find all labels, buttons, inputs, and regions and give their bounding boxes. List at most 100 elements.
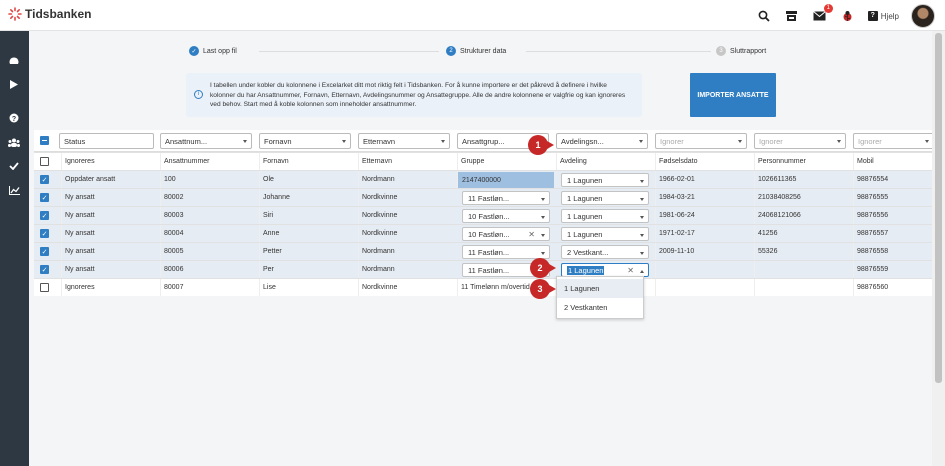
row-checkbox[interactable] — [40, 283, 49, 292]
column-select-ignore-2[interactable]: Ignorer — [754, 133, 846, 149]
avdeling-dropdown[interactable]: 1 Lagunen — [561, 173, 649, 187]
chevron-down-icon — [640, 180, 644, 183]
cell-header: Ansattnummer — [160, 153, 259, 170]
avdeling-dropdown-open[interactable]: 1 Lagunen ✕ — [561, 263, 649, 277]
row-checkbox-cell: ✓ — [34, 207, 61, 224]
column-selector-row: Status Ansattnum... Fornavn Etternavn An… — [34, 130, 933, 152]
table-row: ✓ Ny ansatt 80002 Johanne Nordkvinne 11 … — [34, 188, 932, 206]
gruppe-dropdown[interactable]: 10 Fastløn... ✕ — [462, 227, 550, 241]
row-checkbox[interactable]: ✓ — [40, 211, 49, 220]
avatar[interactable] — [911, 4, 935, 28]
gruppe-dropdown[interactable]: 10 Fastløn... — [462, 209, 550, 223]
column-select-label: Etternavn — [363, 136, 396, 146]
sidebar-help-icon[interactable]: ? — [7, 111, 21, 125]
column-select-label: Fornavn — [264, 136, 292, 146]
column-select-fornavn[interactable]: Fornavn — [259, 133, 351, 149]
mail-badge: 1 — [823, 4, 833, 13]
cell-fodselsdato — [655, 279, 754, 296]
avdeling-dropdown-menu: 1 Lagunen 2 Vestkanten — [556, 276, 644, 319]
cell-mobil: 98876559 — [853, 261, 932, 278]
cell-header: Etternavn — [358, 153, 457, 170]
sidebar-check-icon[interactable] — [7, 159, 21, 173]
import-table: Status Ansattnum... Fornavn Etternavn An… — [29, 130, 933, 330]
column-select-label: Ansattnum... — [165, 136, 208, 146]
dropdown-value: 10 Fastløn... — [468, 229, 510, 239]
cell-fodselsdato: 1966-02-01 — [655, 171, 754, 188]
column-select-ansattnummer[interactable]: Ansattnum... — [160, 133, 252, 149]
column-select-ignore-1[interactable]: Ignorer — [655, 133, 747, 149]
gruppe-dropdown[interactable]: 11 Fastløn... — [462, 245, 550, 259]
logo[interactable]: Tidsbanken — [8, 7, 91, 21]
step-number: 2 — [446, 46, 456, 56]
cell-etternavn: Nordmann — [358, 243, 457, 260]
gruppe-dropdown[interactable]: 11 Fastløn... — [462, 191, 550, 205]
scrollbar[interactable] — [932, 31, 945, 466]
cell-ansattnummer: 80007 — [160, 279, 259, 296]
chevron-down-icon — [541, 252, 545, 255]
store-icon[interactable] — [784, 8, 800, 24]
sidebar-dashboard-icon[interactable] — [7, 53, 21, 67]
row-checkbox[interactable]: ✓ — [40, 265, 49, 274]
dropdown-value: 1 Lagunen — [567, 193, 603, 203]
import-employees-button[interactable]: IMPORTER ANSATTE — [690, 73, 776, 117]
search-icon[interactable] — [756, 8, 772, 24]
cell-personnummer: 24068121066 — [754, 207, 853, 224]
row-checkbox[interactable]: ✓ — [40, 229, 49, 238]
step-structure: 2 Strukturer data — [446, 46, 506, 56]
column-select-avdelingsnummer[interactable]: Avdelingsn... — [556, 133, 648, 149]
sidebar-chart-icon[interactable] — [7, 183, 21, 197]
annotation-marker-3: 3 — [530, 279, 556, 299]
mail-icon[interactable]: 1 — [812, 4, 833, 24]
cell-ansattnummer: 80004 — [160, 225, 259, 242]
cell-fornavn: Johanne — [259, 189, 358, 206]
chevron-down-icon — [243, 140, 247, 143]
excel-header-row: Ignoreres Ansattnummer Fornavn Etternavn… — [34, 152, 932, 170]
row-checkbox-cell — [34, 153, 61, 170]
dropdown-option[interactable]: 2 Vestkanten — [557, 298, 643, 317]
select-all-checkbox[interactable] — [40, 136, 49, 145]
avdeling-dropdown[interactable]: 1 Lagunen — [561, 227, 649, 241]
dropdown-option[interactable]: 1 Lagunen — [557, 279, 643, 298]
sidebar-users-icon[interactable] — [7, 135, 21, 149]
column-select-ignore-3[interactable]: Ignorer — [853, 133, 933, 149]
dropdown-value-selected: 1 Lagunen — [567, 265, 605, 275]
cell-status: Ny ansatt — [61, 261, 160, 278]
row-checkbox[interactable]: ✓ — [40, 175, 49, 184]
cell-etternavn: Nordkvinne — [358, 189, 457, 206]
cell-etternavn: Nordmann — [358, 261, 457, 278]
column-select-etternavn[interactable]: Etternavn — [358, 133, 450, 149]
dropdown-value: 10 Fastløn... — [468, 211, 510, 221]
step-number: 3 — [716, 46, 726, 56]
cell-fodselsdato: 1984-03-21 — [655, 189, 754, 206]
column-select-status[interactable]: Status — [59, 133, 154, 149]
cell-etternavn: Nordkvinne — [358, 279, 457, 296]
row-checkbox[interactable] — [40, 157, 49, 166]
avdeling-dropdown[interactable]: 2 Vestkant... — [561, 245, 649, 259]
cell-mobil: 98876555 — [853, 189, 932, 206]
cell-status: Ny ansatt — [61, 225, 160, 242]
clear-icon[interactable]: ✕ — [627, 266, 634, 275]
main-content: ✓ Last opp fil 2 Strukturer data 3 Slutt… — [29, 31, 933, 466]
cell-ansattnummer: 80002 — [160, 189, 259, 206]
cell-mobil: 98876554 — [853, 171, 932, 188]
info-icon: i — [194, 90, 203, 99]
avdeling-dropdown[interactable]: 1 Lagunen — [561, 209, 649, 223]
avdeling-dropdown[interactable]: 1 Lagunen — [561, 191, 649, 205]
svg-text:?: ? — [12, 116, 16, 123]
group-value-highlight[interactable]: 2147400000 — [458, 172, 554, 188]
row-checkbox[interactable]: ✓ — [40, 193, 49, 202]
stepper-line — [259, 51, 439, 52]
row-checkbox[interactable]: ✓ — [40, 247, 49, 256]
row-checkbox-cell: ✓ — [34, 225, 61, 242]
bug-icon[interactable] — [840, 8, 856, 24]
chevron-down-icon — [925, 140, 929, 143]
scrollbar-thumb[interactable] — [935, 33, 942, 383]
cell-fodselsdato — [655, 261, 754, 278]
check-icon: ✓ — [189, 46, 199, 56]
sidebar-play-icon[interactable] — [7, 77, 21, 91]
dropdown-value: 1 Lagunen — [567, 229, 603, 239]
chevron-down-icon — [837, 140, 841, 143]
help-button[interactable]: ? Hjelp — [867, 11, 899, 21]
cell-ansattnummer: 80005 — [160, 243, 259, 260]
clear-icon[interactable]: ✕ — [528, 230, 535, 239]
